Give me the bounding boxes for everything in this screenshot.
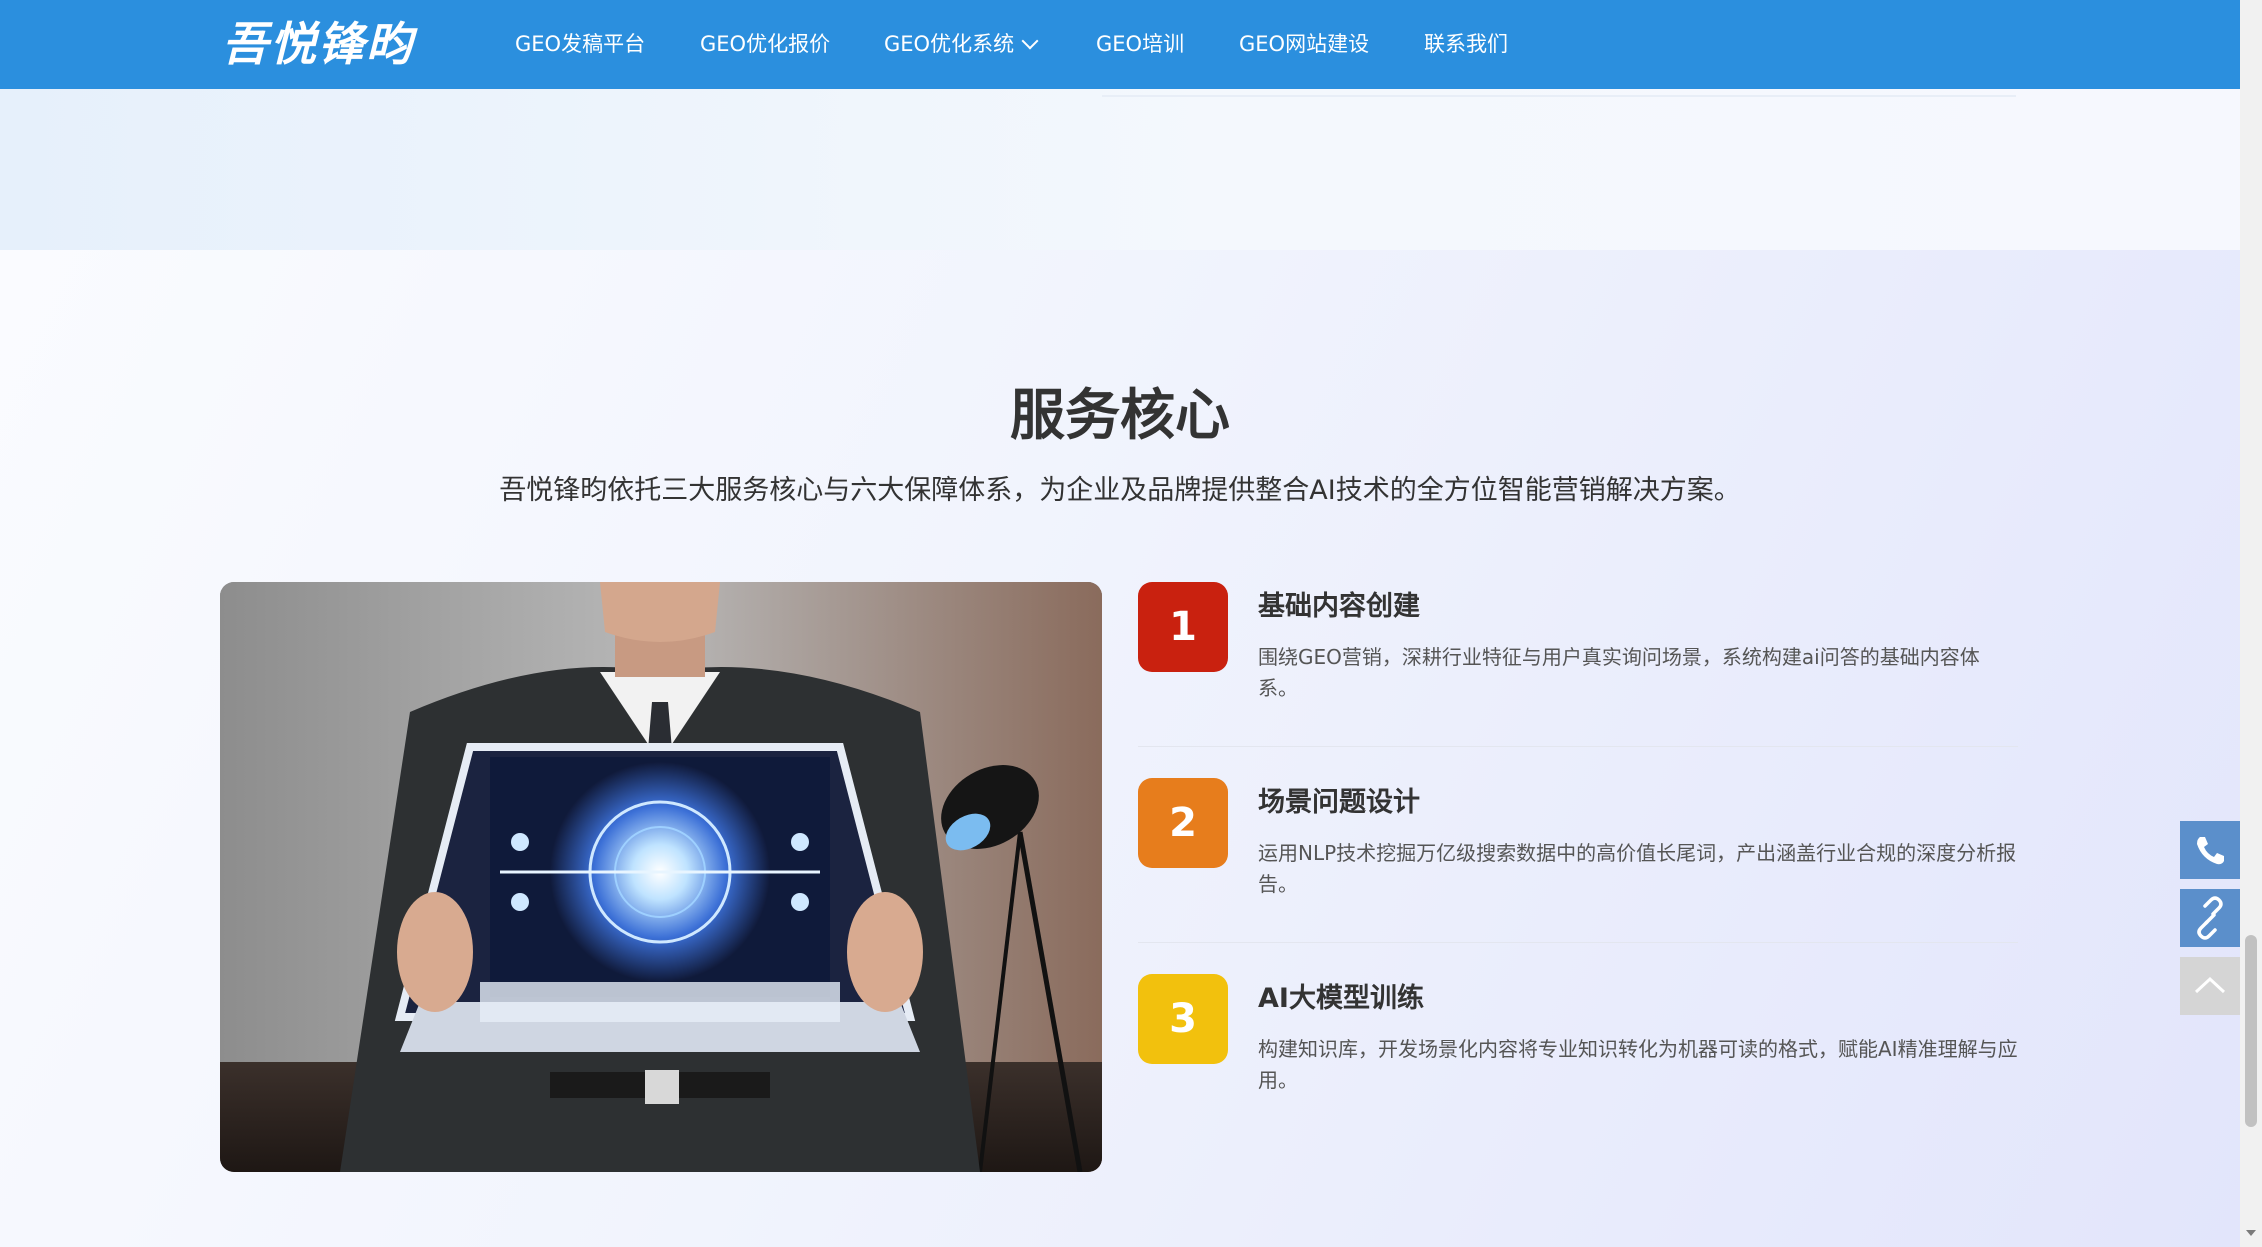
divider xyxy=(1138,942,2018,943)
top-navbar: 吾悦锋昀 GEO发稿平台 GEO优化报价 GEO优化系统 GEO培训 GEO网站… xyxy=(0,0,2240,89)
previous-section-band xyxy=(0,89,2240,250)
nav-item-geo-website[interactable]: GEO网站建设 xyxy=(1239,0,1369,89)
phone-icon xyxy=(2197,837,2224,865)
nav-item-geo-system[interactable]: GEO优化系统 xyxy=(884,0,1039,89)
link-icon xyxy=(2197,896,2223,940)
nav-item-geo-pricing[interactable]: GEO优化报价 xyxy=(700,0,830,89)
link-button[interactable] xyxy=(2180,889,2240,947)
nav-item-contact[interactable]: 联系我们 xyxy=(1424,0,1508,89)
section-title: 服务核心 xyxy=(1009,383,1230,447)
feature-number-badge: 1 xyxy=(1138,582,1228,672)
page: 吾悦锋昀 GEO发稿平台 GEO优化报价 GEO优化系统 GEO培训 GEO网站… xyxy=(0,0,2240,1247)
feature-description: 构建知识库，开发场景化内容将专业知识转化为机器可读的格式，赋能AI精准理解与应用… xyxy=(1258,1037,2018,1092)
nav-item-label: GEO优化系统 xyxy=(884,32,1015,56)
nav-item-geo-publishing[interactable]: GEO发稿平台 xyxy=(515,0,645,89)
divider xyxy=(1138,746,2018,747)
divider xyxy=(1102,95,2016,97)
page-scrollbar[interactable] xyxy=(2240,0,2262,1247)
back-to-top-button[interactable] xyxy=(2180,957,2240,1015)
nav-item-geo-training[interactable]: GEO培训 xyxy=(1096,0,1184,89)
scrollbar-thumb[interactable] xyxy=(2245,935,2257,1127)
feature-description: 围绕GEO营销，深耕行业特征与用户真实询问场景，系统构建ai问答的基础内容体系。 xyxy=(1258,645,1980,700)
site-logo[interactable]: 吾悦锋昀 xyxy=(222,14,414,74)
section-subtitle: 吾悦锋昀依托三大服务核心与六大保障体系，为企业及品牌提供整合AI技术的全方位智能… xyxy=(499,475,1741,506)
feature-title: 基础内容创建 xyxy=(1258,591,1420,622)
chevron-down-icon xyxy=(1021,32,1039,50)
service-illustration-image xyxy=(220,582,1102,1172)
phone-button[interactable] xyxy=(2180,821,2240,879)
feature-title: 场景问题设计 xyxy=(1258,787,1420,818)
feature-number-badge: 2 xyxy=(1138,778,1228,868)
feature-description: 运用NLP技术挖掘万亿级搜索数据中的高价值长尾词，产出涵盖行业合规的深度分析报告… xyxy=(1258,841,2017,896)
feature-title: AI大模型训练 xyxy=(1258,983,1424,1014)
feature-number-badge: 3 xyxy=(1138,974,1228,1064)
scroll-down-arrow-icon[interactable] xyxy=(2245,1228,2257,1238)
back-to-top-icon xyxy=(2194,976,2226,994)
